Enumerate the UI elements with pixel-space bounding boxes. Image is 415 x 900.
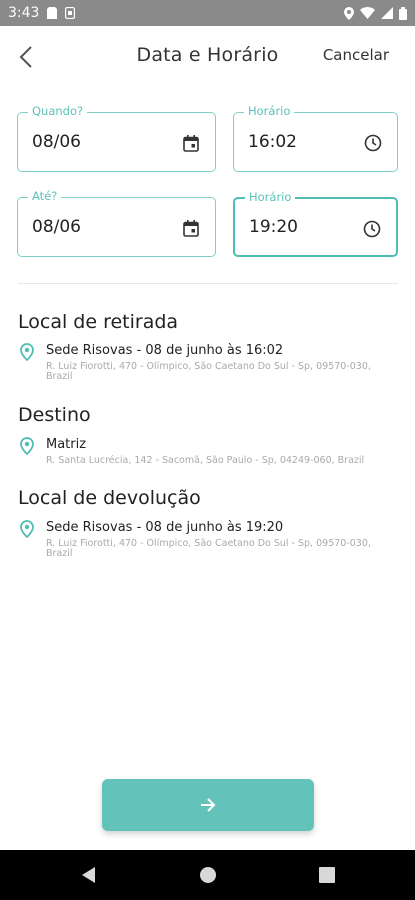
end-date-label: Até? xyxy=(28,189,62,203)
start-time-field[interactable]: Horário 16:02 xyxy=(233,104,398,172)
arrow-right-icon xyxy=(201,798,216,812)
navigation-bar xyxy=(0,850,415,900)
divider xyxy=(18,283,398,284)
recents-icon[interactable] xyxy=(317,865,337,885)
calendar-icon[interactable] xyxy=(181,133,201,153)
calendar-icon[interactable] xyxy=(181,218,201,238)
status-time: 3:43 xyxy=(8,5,40,21)
start-time-label: Horário xyxy=(244,104,295,118)
pickup-location-address: R. Luiz Fiorotti, 470 - Olímpico, São Ca… xyxy=(46,361,371,382)
end-time-value: 19:20 xyxy=(249,217,298,237)
return-location[interactable]: Sede Risovas - 08 de junho às 19:20 R. L… xyxy=(18,520,398,560)
status-left: 3:43 xyxy=(8,5,76,21)
map-pin-icon xyxy=(20,343,36,363)
end-date-field[interactable]: Até? 08/06 xyxy=(17,189,216,257)
clock-icon[interactable] xyxy=(363,133,383,153)
battery-icon xyxy=(399,6,407,20)
clock-icon[interactable] xyxy=(362,219,382,239)
location-icon xyxy=(344,6,354,20)
end-time-label: Horário xyxy=(245,190,296,204)
pickup-location-name: Sede Risovas - 08 de junho às 16:02 xyxy=(46,343,284,358)
next-button[interactable] xyxy=(102,779,314,831)
return-section-title: Local de devolução xyxy=(18,487,201,509)
sd-card-icon xyxy=(47,7,58,19)
destination-location[interactable]: Matriz R. Santa Lucrécia, 142 - Sacomã, … xyxy=(18,437,398,471)
wifi-icon xyxy=(360,7,375,19)
return-location-address: R. Luiz Fiorotti, 470 - Olímpico, São Ca… xyxy=(46,538,371,559)
sim-icon xyxy=(65,7,76,19)
signal-icon xyxy=(381,7,393,19)
start-date-value: 08/06 xyxy=(32,132,81,152)
home-icon[interactable] xyxy=(198,865,218,885)
status-right xyxy=(344,6,407,20)
return-location-name: Sede Risovas - 08 de junho às 19:20 xyxy=(46,520,284,535)
pickup-location[interactable]: Sede Risovas - 08 de junho às 16:02 R. L… xyxy=(18,343,398,383)
start-date-label: Quando? xyxy=(28,104,88,118)
start-date-field[interactable]: Quando? 08/06 xyxy=(17,104,216,172)
destination-section-title: Destino xyxy=(18,404,91,426)
cancel-button[interactable]: Cancelar xyxy=(323,46,389,64)
destination-location-address: R. Santa Lucrécia, 142 - Sacomã, São Pau… xyxy=(46,455,365,466)
map-pin-icon xyxy=(20,437,36,457)
destination-location-name: Matriz xyxy=(46,437,87,452)
end-time-field[interactable]: Horário 19:20 xyxy=(233,190,398,257)
pickup-section-title: Local de retirada xyxy=(18,311,179,333)
status-bar: 3:43 xyxy=(0,0,415,26)
map-pin-icon xyxy=(20,520,36,540)
start-time-value: 16:02 xyxy=(248,132,297,152)
back-icon[interactable] xyxy=(78,865,98,885)
end-date-value: 08/06 xyxy=(32,217,81,237)
app-bar: Data e Horário Cancelar xyxy=(0,26,415,88)
